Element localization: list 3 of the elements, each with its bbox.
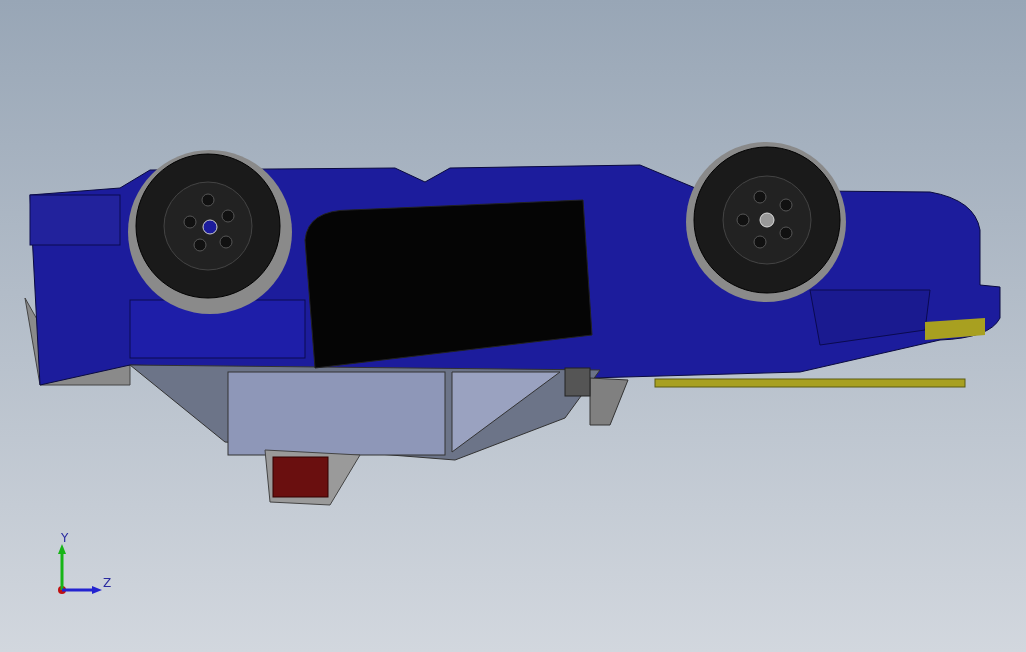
origin-dot — [58, 586, 66, 594]
axis-label: Y — [61, 531, 69, 545]
axis-label: Z — [103, 576, 112, 590]
